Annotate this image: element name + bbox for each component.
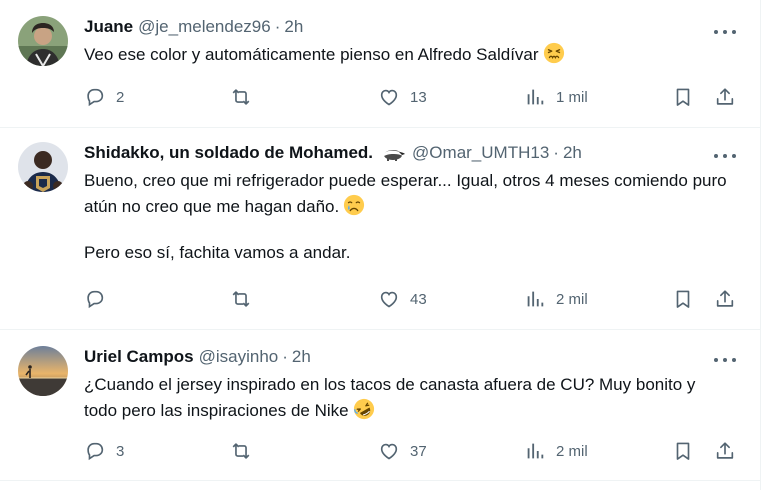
rolling-on-floor-laughing-icon <box>353 398 374 420</box>
tweet-card[interactable]: Uriel Campos @isayinho · 2h ¿Cuando el j… <box>0 330 760 481</box>
tweet-card[interactable]: Shidakko, un soldado de Mohamed. @Omar_U… <box>0 128 760 330</box>
more-options-icon[interactable] <box>714 28 736 36</box>
retweet-icon <box>230 288 252 310</box>
retweet-icon <box>230 440 252 462</box>
like-count: 13 <box>410 88 427 106</box>
views-button[interactable]: 2 mil <box>524 440 588 462</box>
retweet-icon <box>230 86 252 108</box>
share-icon <box>714 288 736 310</box>
bookmark-icon <box>672 288 694 310</box>
bookmark-icon <box>672 440 694 462</box>
persevering-face-icon <box>543 42 564 64</box>
author-name[interactable]: Shidakko, un soldado de Mohamed. <box>84 142 373 164</box>
avatar[interactable] <box>18 346 68 396</box>
bookmark-button[interactable] <box>672 86 694 108</box>
tweet-text: ¿Cuando el jersey inspirado en los tacos… <box>84 372 730 424</box>
share-icon <box>714 440 736 462</box>
views-button[interactable]: 2 mil <box>524 288 588 310</box>
reply-button[interactable] <box>84 288 116 310</box>
tweet-text-content: Veo ese color y automáticamente pienso e… <box>84 45 539 64</box>
separator-dot: · <box>282 347 288 366</box>
author-name[interactable]: Uriel Campos <box>84 346 194 368</box>
avatar[interactable] <box>18 142 68 192</box>
reply-button[interactable]: 2 <box>84 86 124 108</box>
retweet-button[interactable] <box>230 288 262 310</box>
like-button[interactable]: 43 <box>378 288 427 310</box>
bar-chart-icon <box>524 288 546 310</box>
reply-count: 3 <box>116 442 125 460</box>
more-options-icon[interactable] <box>714 152 736 160</box>
bar-chart-icon <box>524 86 546 108</box>
separator-dot: · <box>274 17 281 36</box>
author-handle[interactable]: @isayinho <box>199 346 279 368</box>
like-button[interactable]: 37 <box>378 440 427 462</box>
tweet-text: Veo ese color y automáticamente pienso e… <box>84 42 730 68</box>
like-button[interactable]: 13 <box>378 86 427 108</box>
reply-icon <box>84 86 106 108</box>
author-name[interactable]: Juane <box>84 16 133 38</box>
reply-count: 2 <box>116 88 125 106</box>
timestamp[interactable]: 2h <box>292 346 311 368</box>
avatar[interactable] <box>18 16 68 66</box>
bookmark-button[interactable] <box>672 288 694 310</box>
tweet-text-content: ¿Cuando el jersey inspirado en los tacos… <box>84 375 701 420</box>
more-options-icon[interactable] <box>714 356 736 364</box>
badger-icon <box>381 144 407 162</box>
retweet-button[interactable] <box>230 86 262 108</box>
heart-icon <box>378 288 400 310</box>
bar-chart-icon <box>524 440 546 462</box>
reply-feed: Juane @je_melendez96 · 2h Veo ese color … <box>0 0 760 490</box>
column-divider <box>760 0 761 490</box>
share-icon <box>714 86 736 108</box>
reply-button[interactable]: 3 <box>84 440 124 462</box>
action-bar: 43 2 mil <box>84 288 728 314</box>
share-button[interactable] <box>714 288 736 310</box>
timestamp[interactable]: 2h <box>284 16 303 38</box>
action-bar: 3 37 2 mil <box>84 440 728 466</box>
like-count: 37 <box>410 442 427 460</box>
reply-icon <box>84 288 106 310</box>
tweet-text-second-paragraph: Pero eso sí, fachita vamos a andar. <box>84 243 351 262</box>
views-button[interactable]: 1 mil <box>524 86 588 108</box>
view-count: 2 mil <box>556 442 588 460</box>
bookmark-icon <box>672 86 694 108</box>
like-count: 43 <box>410 290 427 308</box>
crying-face-icon <box>344 194 365 216</box>
bookmark-button[interactable] <box>672 440 694 462</box>
author-handle[interactable]: @je_melendez96 <box>138 16 271 38</box>
timestamp[interactable]: 2h <box>563 142 582 164</box>
retweet-button[interactable] <box>230 440 262 462</box>
action-bar: 2 13 1 mil <box>84 86 728 112</box>
tweet-card[interactable]: Juane @je_melendez96 · 2h Veo ese color … <box>0 0 760 128</box>
view-count: 2 mil <box>556 290 588 308</box>
reply-icon <box>84 440 106 462</box>
heart-icon <box>378 440 400 462</box>
share-button[interactable] <box>714 440 736 462</box>
tweet-text: Bueno, creo que mi refrigerador puede es… <box>84 168 730 220</box>
view-count: 1 mil <box>556 88 588 106</box>
share-button[interactable] <box>714 86 736 108</box>
heart-icon <box>378 86 400 108</box>
separator-dot: · <box>553 143 559 162</box>
author-handle[interactable]: @Omar_UMTH13 <box>412 142 549 164</box>
tweet-text-content: Bueno, creo que mi refrigerador puede es… <box>84 171 732 216</box>
